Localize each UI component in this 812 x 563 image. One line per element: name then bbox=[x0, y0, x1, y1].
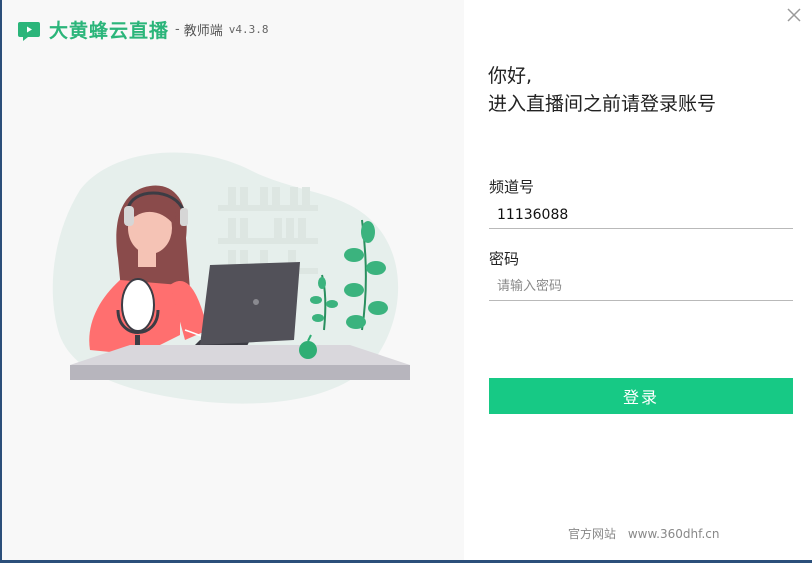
window-left-border bbox=[0, 0, 2, 563]
greeting-line-2: 进入直播间之前请登录账号 bbox=[488, 93, 717, 115]
greeting-line-1: 你好, bbox=[488, 65, 533, 87]
podcaster-illustration bbox=[52, 152, 410, 404]
title-separator: - bbox=[175, 22, 180, 37]
illustration-pane: 大黄蜂云直播 - 教师端 v4.3.8 bbox=[0, 0, 464, 563]
app-version: v4.3.8 bbox=[228, 23, 269, 36]
footer: 官方网站 www.360dhf.cn bbox=[568, 525, 720, 542]
close-icon[interactable] bbox=[782, 3, 806, 27]
chat-bubble-play-icon bbox=[18, 21, 40, 41]
app-role: 教师端 bbox=[183, 24, 223, 39]
app-name: 大黄蜂云直播 bbox=[49, 20, 170, 42]
login-button[interactable]: 登录 bbox=[489, 378, 793, 414]
password-label: 密码 bbox=[489, 250, 520, 268]
channel-number-input[interactable] bbox=[489, 201, 793, 229]
brand-header: 大黄蜂云直播 - 教师端 v4.3.8 bbox=[17, 16, 268, 43]
password-input[interactable] bbox=[489, 273, 793, 301]
channel-label: 频道号 bbox=[489, 178, 535, 196]
login-window: 大黄蜂云直播 - 教师端 v4.3.8 你好, 进入直播间之前请登录账号 频道号… bbox=[0, 0, 812, 563]
official-site-link[interactable]: www.360dhf.cn bbox=[628, 527, 720, 541]
official-site-label: 官方网站 bbox=[568, 527, 617, 541]
login-greeting: 你好, 进入直播间之前请登录账号 bbox=[488, 62, 716, 118]
